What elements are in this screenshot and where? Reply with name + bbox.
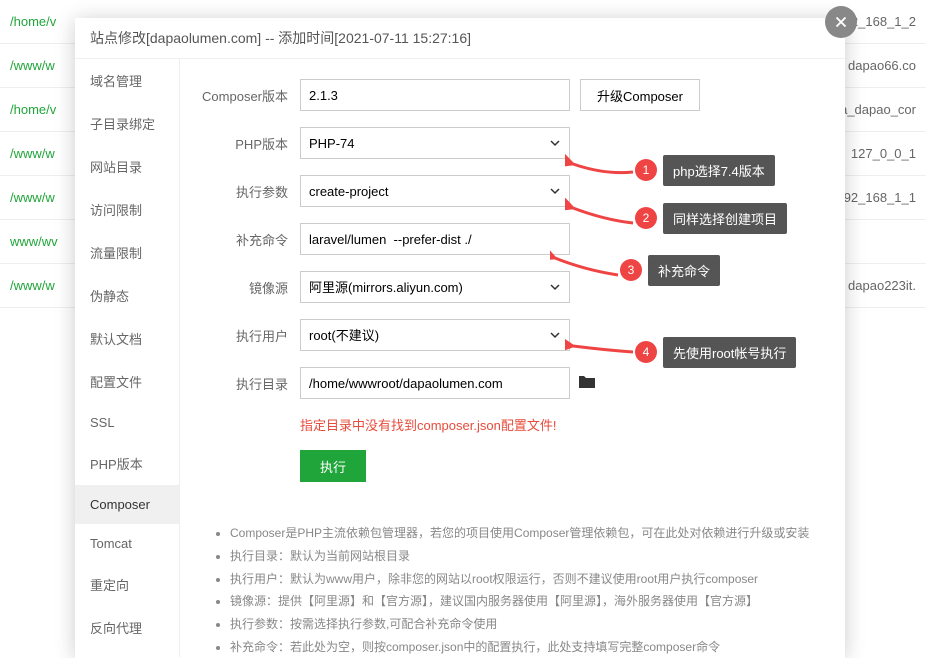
- sidebar-item-webdir[interactable]: 网站目录: [75, 145, 179, 188]
- annotation-text: 同样选择创建项目: [663, 203, 787, 234]
- sidebar-item-subdir[interactable]: 子目录绑定: [75, 102, 179, 145]
- annotation-badge: 3: [620, 259, 642, 281]
- bg-right: 127_0_0_1: [851, 146, 916, 161]
- sidebar-item-tomcat[interactable]: Tomcat: [75, 524, 179, 563]
- arrow-icon: [565, 198, 635, 238]
- supplement-input[interactable]: [300, 223, 570, 255]
- bg-right: dapao66.co: [848, 58, 916, 73]
- composer-version-label: Composer版本: [200, 86, 300, 105]
- sidebar-item-traffic[interactable]: 流量限制: [75, 231, 179, 274]
- exec-param-select[interactable]: create-project: [300, 175, 570, 207]
- sidebar-item-access[interactable]: 访问限制: [75, 188, 179, 231]
- composer-version-input[interactable]: [300, 79, 570, 111]
- arrow-icon: [550, 250, 620, 290]
- bg-path[interactable]: /home/v: [10, 14, 56, 29]
- close-button[interactable]: [825, 6, 857, 38]
- bg-right: a_dapao_cor: [840, 102, 916, 117]
- help-item: 镜像源：提供【阿里源】和【官方源】，建议国内服务器使用【阿里源】，海外服务器使用…: [230, 590, 825, 613]
- help-item: 补充命令：若此处为空，则按composer.json中的配置执行，此处支持填写完…: [230, 636, 825, 657]
- sidebar-item-proxy[interactable]: 反向代理: [75, 606, 179, 649]
- sidebar-item-default-doc[interactable]: 默认文档: [75, 317, 179, 360]
- annotation-text: 补充命令: [648, 255, 720, 286]
- help-item: 执行用户：默认为www用户，除非您的网站以root权限运行，否则不建议使用roo…: [230, 568, 825, 591]
- bg-right: 192_168_1_1: [836, 190, 916, 205]
- annotation-text: php选择7.4版本: [663, 155, 775, 186]
- upgrade-composer-button[interactable]: 升级Composer: [580, 79, 700, 111]
- sidebar-item-ssl[interactable]: SSL: [75, 403, 179, 442]
- bg-path[interactable]: /www/w: [10, 146, 55, 161]
- php-version-label: PHP版本: [200, 134, 300, 153]
- arrow-icon: [565, 150, 635, 190]
- sidebar-item-domain[interactable]: 域名管理: [75, 59, 179, 102]
- exec-param-label: 执行参数: [200, 182, 300, 201]
- help-item: 执行目录：默认为当前网站根目录: [230, 545, 825, 568]
- mirror-select[interactable]: 阿里源(mirrors.aliyun.com): [300, 271, 570, 303]
- exec-user-select[interactable]: root(不建议): [300, 319, 570, 351]
- annotation-badge: 1: [635, 159, 657, 181]
- execute-button[interactable]: 执行: [300, 450, 366, 482]
- help-item: 执行参数：按需选择执行参数,可配合补充命令使用: [230, 613, 825, 636]
- bg-path[interactable]: /home/v: [10, 102, 56, 117]
- exec-dir-input[interactable]: [300, 367, 570, 399]
- annotation-4: 4 先使用root帐号执行: [565, 332, 796, 372]
- bg-path[interactable]: /www/w: [10, 58, 55, 73]
- bg-path[interactable]: www/wv: [10, 234, 58, 249]
- annotation-1: 1 php选择7.4版本: [565, 150, 775, 190]
- sidebar-item-php[interactable]: PHP版本: [75, 442, 179, 485]
- annotation-badge: 4: [635, 341, 657, 363]
- sidebar-item-rewrite[interactable]: 伪静态: [75, 274, 179, 317]
- sidebar-item-composer[interactable]: Composer: [75, 485, 179, 524]
- folder-icon[interactable]: [578, 374, 596, 393]
- close-icon: [832, 13, 850, 31]
- sidebar-item-hotlink[interactable]: 防盗链: [75, 649, 179, 657]
- annotation-badge: 2: [635, 207, 657, 229]
- arrow-icon: [565, 332, 635, 372]
- sidebar-item-redirect[interactable]: 重定向: [75, 563, 179, 606]
- annotation-3: 3 补充命令: [550, 250, 720, 290]
- bg-path[interactable]: /www/w: [10, 190, 55, 205]
- annotation-text: 先使用root帐号执行: [663, 337, 796, 368]
- help-item: Composer是PHP主流依赖包管理器，若您的项目使用Composer管理依赖…: [230, 522, 825, 545]
- supplement-label: 补充命令: [200, 230, 300, 249]
- help-list: Composer是PHP主流依赖包管理器，若您的项目使用Composer管理依赖…: [200, 522, 825, 657]
- mirror-label: 镜像源: [200, 278, 300, 297]
- annotation-2: 2 同样选择创建项目: [565, 198, 787, 238]
- error-message: 指定目录中没有找到composer.json配置文件!: [300, 415, 825, 434]
- sidebar-item-config[interactable]: 配置文件: [75, 360, 179, 403]
- bg-path[interactable]: /www/w: [10, 278, 55, 293]
- sidebar: 域名管理 子目录绑定 网站目录 访问限制 流量限制 伪静态 默认文档 配置文件 …: [75, 59, 180, 657]
- exec-dir-label: 执行目录: [200, 374, 300, 393]
- exec-user-label: 执行用户: [200, 326, 300, 345]
- bg-right: dapao223it.: [848, 278, 916, 293]
- modal-title: 站点修改[dapaolumen.com] -- 添加时间[2021-07-11 …: [75, 18, 845, 59]
- php-version-select[interactable]: PHP-74: [300, 127, 570, 159]
